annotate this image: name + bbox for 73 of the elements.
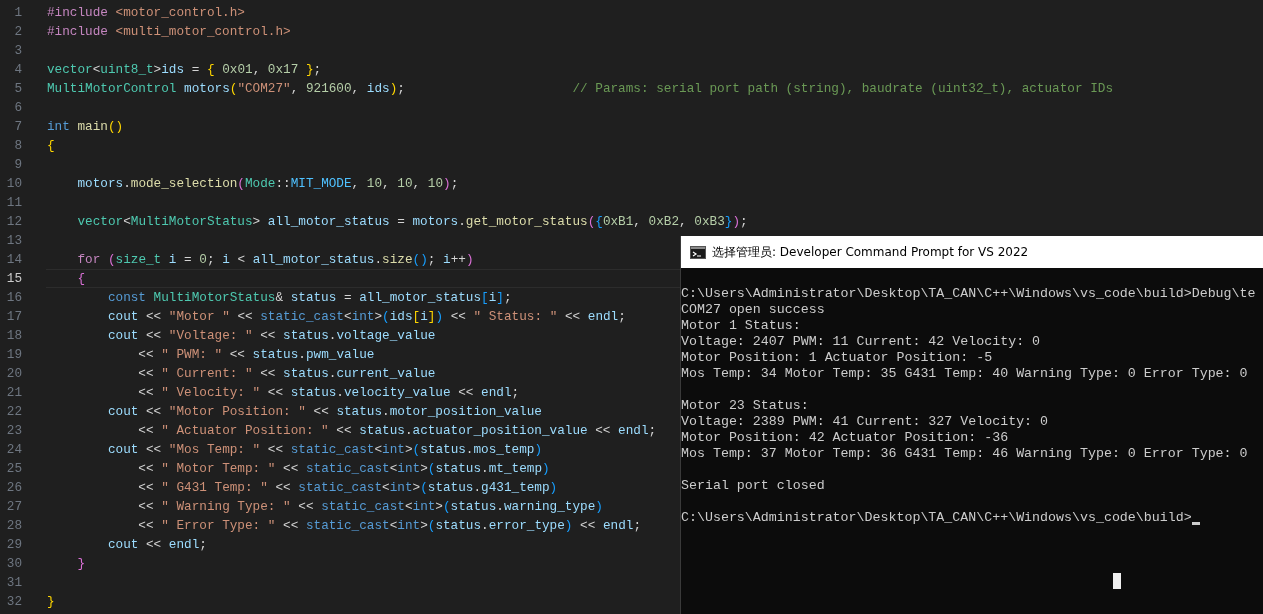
line-number: 6 bbox=[13, 99, 22, 117]
code-line: } bbox=[76, 555, 86, 573]
console-output-line: Mos Temp: 34 Motor Temp: 35 G431 Temp: 40 Warning Type: 0 Error Type: 0 bbox=[681, 366, 1248, 382]
line-number: 17 bbox=[5, 308, 22, 326]
code-line: motors.mode_selection(Mode::MIT_MODE, 10, 10, 10); bbox=[76, 175, 459, 193]
line-number: 1 bbox=[13, 4, 22, 22]
line-number: 24 bbox=[5, 441, 22, 459]
console-output-line: Motor 1 Status: bbox=[681, 318, 801, 334]
code-line: cout << "Mos Temp: " << static_cast<int>(status.mos_temp) bbox=[106, 441, 543, 459]
code-line: << " Warning Type: " << static_cast<int>(status.warning_type) bbox=[137, 498, 603, 516]
line-number: 7 bbox=[13, 118, 22, 136]
code-line: #include <motor_control.h> bbox=[47, 4, 245, 22]
line-number: 16 bbox=[5, 289, 22, 307]
window-title: 选择管理员: Developer Command Prompt for VS 2022 bbox=[712, 243, 1029, 261]
console-output-line: COM27 open success bbox=[681, 302, 825, 318]
code-line: for (size_t i = 0; i < all_motor_status.size(); i++) bbox=[76, 251, 474, 269]
code-line: const MultiMotorStatus& status = all_motor_status[i]; bbox=[106, 289, 512, 307]
console-output-line: Motor 23 Status: bbox=[681, 398, 809, 414]
line-number: 28 bbox=[5, 517, 22, 535]
code-line: cout << "Voltage: " << status.voltage_value bbox=[106, 327, 436, 345]
line-number: 8 bbox=[13, 137, 22, 155]
line-number: 13 bbox=[5, 232, 22, 250]
line-number: 11 bbox=[5, 194, 22, 212]
code-line: { bbox=[47, 137, 55, 155]
code-line: << " Current: " << status.current_value bbox=[137, 365, 436, 383]
line-number: 20 bbox=[5, 365, 22, 383]
line-number: 2 bbox=[13, 23, 22, 41]
line-number: 32 bbox=[5, 593, 22, 611]
line-number: 26 bbox=[5, 479, 22, 497]
line-number: 29 bbox=[5, 536, 22, 554]
cursor-block-icon bbox=[1113, 573, 1121, 589]
code-line: << " Motor Temp: " << static_cast<int>(status.mt_temp) bbox=[137, 460, 550, 478]
code-line: << " Actuator Position: " << status.actuator_position_value << endl; bbox=[137, 422, 657, 440]
line-number: 23 bbox=[5, 422, 22, 440]
line-number: 30 bbox=[5, 555, 22, 573]
line-number: 27 bbox=[5, 498, 22, 516]
line-number: 3 bbox=[13, 42, 22, 60]
console-output-line: Mos Temp: 37 Motor Temp: 36 G431 Temp: 46 Warning Type: 0 Error Type: 0 bbox=[681, 446, 1248, 462]
console-output-line: Voltage: 2407 PWM: 11 Current: 42 Velocity: 0 bbox=[681, 334, 1041, 350]
code-line: << " G431 Temp: " << static_cast<int>(status.g431_temp) bbox=[137, 479, 558, 497]
console-output-line: Motor Position: 1 Actuator Position: -5 bbox=[681, 350, 993, 366]
code-line: vector<uint8_t>ids = { 0x01, 0x17 }; bbox=[47, 61, 322, 79]
console-output-line: C:\Users\Administrator\Desktop\TA_CAN\C++\Windows\vs_code\build>Debug\te bbox=[681, 286, 1256, 302]
console-output-line: C:\Users\Administrator\Desktop\TA_CAN\C++\Windows\vs_code\build> bbox=[681, 510, 1192, 526]
console-output-line: Serial port closed bbox=[681, 478, 825, 494]
code-line: << " Velocity: " << status.velocity_value << endl; bbox=[137, 384, 520, 402]
code-line: << " PWM: " << status.pwm_value bbox=[137, 346, 375, 364]
code-line: #include <multi_motor_control.h> bbox=[47, 23, 291, 41]
code-line: cout << "Motor Position: " << status.motor_position_value bbox=[106, 403, 542, 421]
code-line: cout << endl; bbox=[106, 536, 207, 554]
line-number: 15 bbox=[5, 270, 22, 287]
code-line: cout << "Motor " << static_cast<int>(ids[i]) << " Status: " << endl; bbox=[106, 308, 626, 326]
line-number: 9 bbox=[13, 156, 22, 174]
code-line: } bbox=[47, 593, 55, 611]
line-number: 31 bbox=[5, 574, 22, 592]
line-number: 19 bbox=[5, 346, 22, 364]
line-number: 21 bbox=[5, 384, 22, 402]
line-number: 10 bbox=[5, 175, 22, 193]
console-output-line: Motor Position: 42 Actuator Position: -36 bbox=[681, 430, 1009, 446]
line-number: 14 bbox=[5, 251, 22, 269]
line-number: 5 bbox=[13, 80, 22, 98]
line-number: 22 bbox=[5, 403, 22, 421]
line-number: 12 bbox=[5, 213, 22, 231]
code-line: { bbox=[76, 270, 86, 287]
code-line: MultiMotorControl motors("COM27", 921600, ids); // Params: serial port path (string), baudrate (uint32_t), actuator IDs bbox=[47, 80, 1113, 98]
line-number: 25 bbox=[5, 460, 22, 478]
code-line: vector<MultiMotorStatus> all_motor_status = motors.get_motor_status({0xB1, 0xB2, 0xB3}); bbox=[76, 213, 748, 231]
code-line: << " Error Type: " << static_cast<int>(status.error_type) << endl; bbox=[137, 517, 642, 535]
line-number: 4 bbox=[13, 61, 22, 79]
console-window-icon bbox=[690, 245, 706, 259]
code-line: int main() bbox=[47, 118, 124, 136]
console-output-line: Voltage: 2389 PWM: 41 Current: 327 Velocity: 0 bbox=[681, 414, 1049, 430]
line-number: 18 bbox=[5, 327, 22, 345]
